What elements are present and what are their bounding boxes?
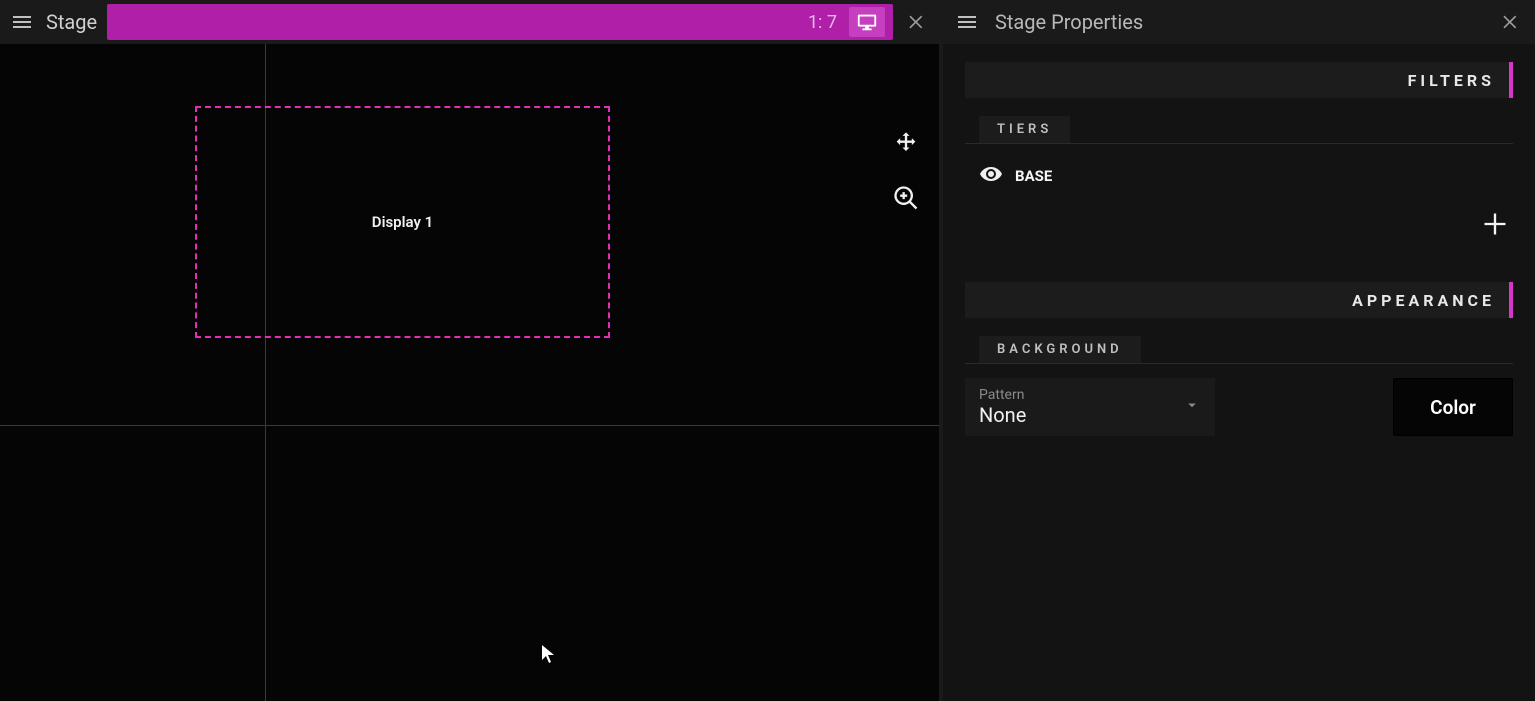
properties-header: Stage Properties xyxy=(943,0,1535,44)
hamburger-icon xyxy=(955,10,979,34)
close-properties-button[interactable] xyxy=(1497,8,1525,36)
divider xyxy=(965,143,1513,144)
tier-label: BASE xyxy=(1015,167,1052,185)
horizontal-guide xyxy=(0,425,939,426)
divider xyxy=(965,363,1513,364)
tiers-tab[interactable]: TIERS xyxy=(979,116,1070,143)
display-label: Display 1 xyxy=(372,213,433,231)
add-tier-row xyxy=(965,204,1513,282)
pan-tool-button[interactable] xyxy=(891,129,921,159)
chevron-down-icon xyxy=(1183,396,1201,414)
eye-icon xyxy=(979,162,1003,186)
cursor-icon xyxy=(542,645,556,663)
move-icon xyxy=(892,130,920,158)
visibility-toggle[interactable] xyxy=(979,162,1003,190)
plus-icon xyxy=(1481,210,1509,238)
properties-body: FILTERS TIERS BASE APPEARANCE BACKGROUND… xyxy=(943,44,1535,701)
monitor-icon xyxy=(856,11,878,33)
tier-item-base[interactable]: BASE xyxy=(965,158,1513,194)
pattern-field-label: Pattern xyxy=(979,387,1026,403)
stage-title: Stage xyxy=(46,10,97,34)
background-controls: Pattern None Color xyxy=(965,378,1513,436)
hamburger-icon xyxy=(10,10,34,34)
properties-menu-button[interactable] xyxy=(953,8,981,36)
properties-panel: Stage Properties FILTERS TIERS BASE APPE… xyxy=(943,0,1535,701)
appearance-section-header[interactable]: APPEARANCE xyxy=(965,282,1513,318)
pattern-field-value: None xyxy=(979,403,1026,427)
close-stage-button[interactable] xyxy=(903,8,931,36)
stage-panel: Stage 1: 7 Display 1 xyxy=(0,0,943,701)
pattern-dropdown[interactable]: Pattern None xyxy=(965,378,1215,436)
stage-header: Stage 1: 7 xyxy=(0,0,939,44)
zoom-in-icon xyxy=(892,184,920,212)
canvas-tools xyxy=(891,129,921,213)
close-icon xyxy=(1501,12,1521,32)
dropdown-caret xyxy=(1183,396,1201,418)
properties-title: Stage Properties xyxy=(995,10,1483,34)
zoom-ratio-label: 1: 7 xyxy=(808,12,837,33)
display-output-button[interactable] xyxy=(849,7,885,37)
mouse-cursor xyxy=(542,645,556,663)
stage-canvas[interactable]: Display 1 xyxy=(0,44,939,701)
close-icon xyxy=(907,12,927,32)
stage-info-bar[interactable]: 1: 7 xyxy=(107,4,893,40)
background-tab[interactable]: BACKGROUND xyxy=(979,336,1141,363)
display-region[interactable]: Display 1 xyxy=(195,106,610,338)
hamburger-menu-button[interactable] xyxy=(8,8,36,36)
add-tier-button[interactable] xyxy=(1481,210,1509,242)
zoom-tool-button[interactable] xyxy=(891,183,921,213)
filters-section-header[interactable]: FILTERS xyxy=(965,62,1513,98)
color-button[interactable]: Color xyxy=(1393,378,1513,436)
